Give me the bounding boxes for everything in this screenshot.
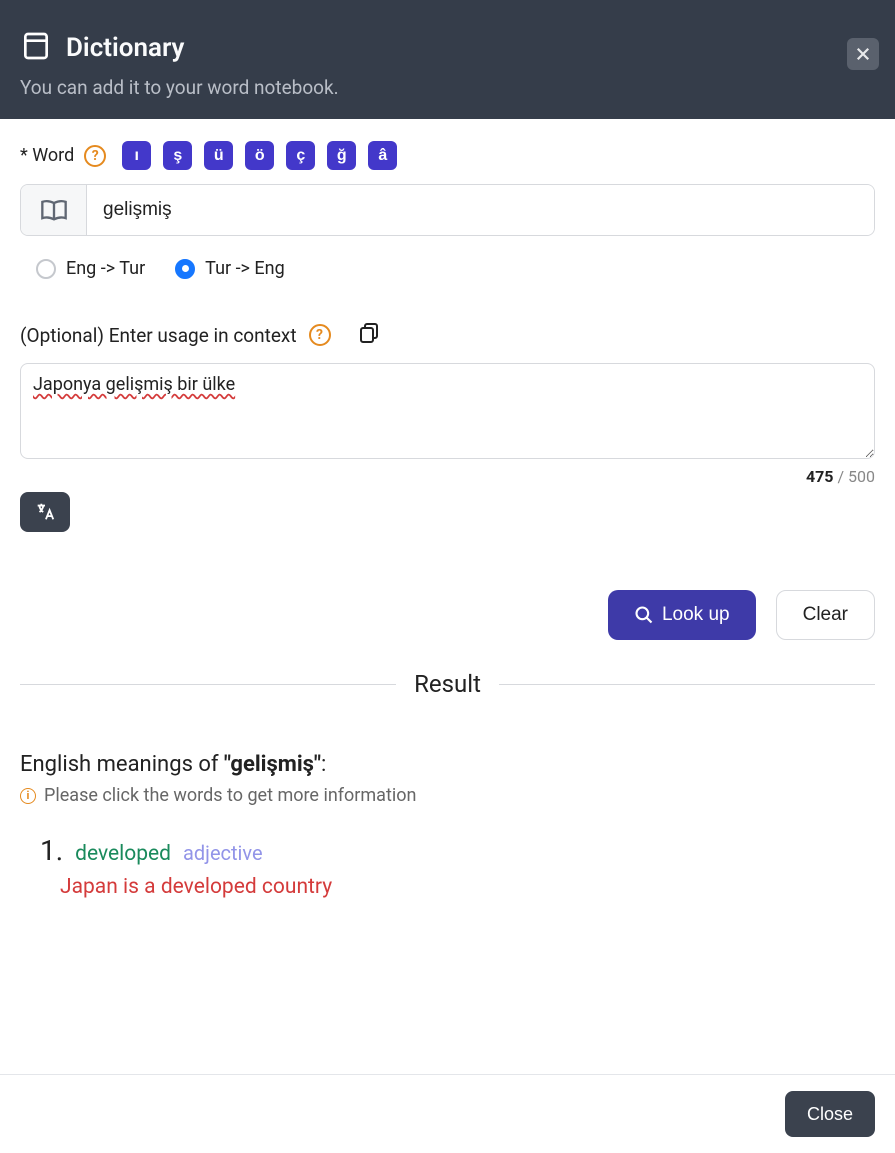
char-counter: 475 / 500 <box>20 467 875 486</box>
meaning-number: 1. <box>40 834 63 867</box>
dialog-footer: Close <box>0 1074 895 1153</box>
word-label-row: * Word ? ı ş ü ö ç ğ â <box>20 141 875 170</box>
radio-tur-eng[interactable]: Tur -> Eng <box>175 258 285 279</box>
char-max: / 500 <box>833 467 875 486</box>
context-label: (Optional) Enter usage in context <box>20 324 297 347</box>
dialog-subtitle: You can add it to your word notebook. <box>20 76 875 99</box>
context-label-row: (Optional) Enter usage in context ? <box>20 321 875 349</box>
info-icon: i <box>20 788 36 804</box>
radio-label: Tur -> Eng <box>205 258 285 279</box>
close-icon[interactable] <box>847 38 879 70</box>
meanings-title: English meanings of "gelişmiş": <box>20 752 875 777</box>
dialog-content: * Word ? ı ş ü ö ç ğ â Eng -> Tur Tur ->… <box>0 119 895 1074</box>
char-btn-a[interactable]: â <box>368 141 397 170</box>
dialog-header: Dictionary You can add it to your word n… <box>0 0 895 119</box>
meaning-item: 1. developed adjective <box>40 834 875 867</box>
clear-label: Clear <box>803 604 848 626</box>
context-textarea[interactable] <box>20 363 875 459</box>
example-translation: Japan is a developed country <box>60 875 875 899</box>
radio-eng-tur[interactable]: Eng -> Tur <box>36 258 145 279</box>
radio-icon <box>36 259 56 279</box>
help-icon[interactable]: ? <box>84 145 106 167</box>
translate-button[interactable] <box>20 492 70 532</box>
special-char-buttons: ı ş ü ö ç ğ â <box>122 141 397 170</box>
search-icon <box>634 605 654 625</box>
meanings-prefix: English meanings of <box>20 752 224 777</box>
book-icon <box>20 30 52 66</box>
radio-label: Eng -> Tur <box>66 258 145 279</box>
divider <box>499 684 875 685</box>
header-title-row: Dictionary <box>20 30 875 66</box>
char-used: 475 <box>806 467 834 486</box>
word-input[interactable] <box>87 185 874 235</box>
divider <box>20 684 396 685</box>
word-label: * Word <box>20 145 74 166</box>
char-btn-s[interactable]: ş <box>163 141 192 170</box>
help-icon[interactable]: ? <box>309 324 331 346</box>
info-hint: Please click the words to get more infor… <box>44 785 416 806</box>
meaning-pos: adjective <box>183 841 263 865</box>
info-hint-row: i Please click the words to get more inf… <box>20 785 875 806</box>
meaning-list: 1. developed adjective Japan is a develo… <box>40 834 875 899</box>
book-open-icon <box>21 185 87 235</box>
char-btn-o[interactable]: ö <box>245 141 274 170</box>
dialog-title: Dictionary <box>66 33 184 63</box>
translate-icon <box>34 501 56 523</box>
lookup-button[interactable]: Look up <box>608 590 756 640</box>
char-btn-u[interactable]: ü <box>204 141 233 170</box>
close-button[interactable]: Close <box>785 1091 875 1137</box>
radio-icon <box>175 259 195 279</box>
clear-button[interactable]: Clear <box>776 590 875 640</box>
meaning-word[interactable]: developed <box>75 842 171 866</box>
paste-icon[interactable] <box>357 321 381 349</box>
result-separator: Result <box>20 670 875 698</box>
lookup-label: Look up <box>662 604 730 626</box>
char-btn-g[interactable]: ğ <box>327 141 356 170</box>
word-input-group <box>20 184 875 236</box>
action-buttons: Look up Clear <box>20 590 875 640</box>
meanings-word: "gelişmiş" <box>224 752 321 777</box>
char-btn-i[interactable]: ı <box>122 141 151 170</box>
close-label: Close <box>807 1104 853 1124</box>
meanings-suffix: : <box>321 752 326 777</box>
result-heading: Result <box>396 670 499 698</box>
char-btn-c[interactable]: ç <box>286 141 315 170</box>
direction-radio-group: Eng -> Tur Tur -> Eng <box>36 258 875 279</box>
